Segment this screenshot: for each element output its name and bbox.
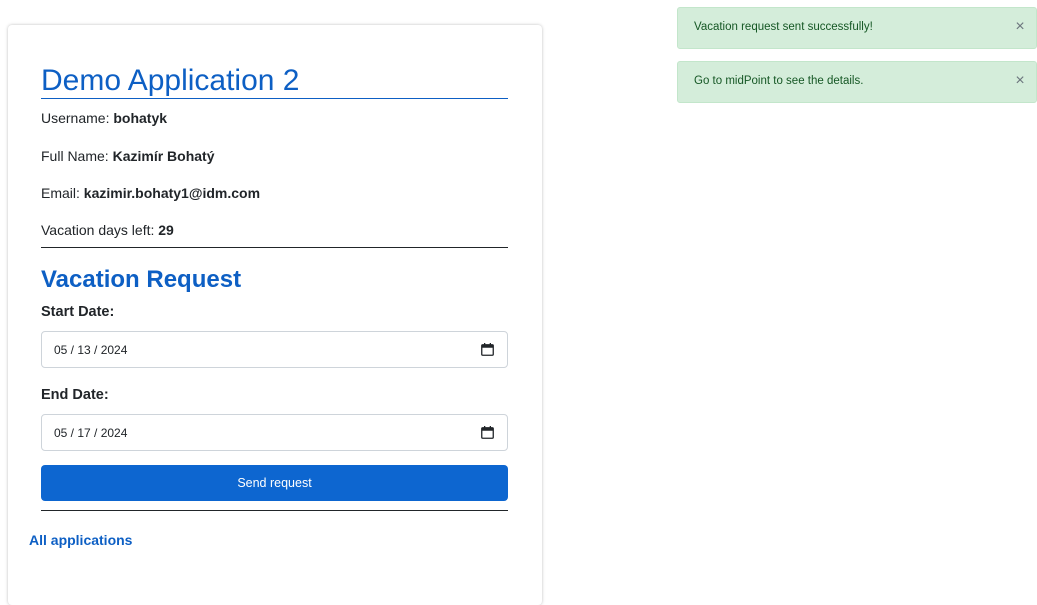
fullname-value: Kazimír Bohatý — [112, 148, 215, 164]
start-date-input[interactable]: 05 / 13 / 2024 — [41, 331, 508, 368]
close-icon[interactable]: × — [1013, 18, 1027, 36]
info-toast: Go to midPoint to see the details. × — [677, 61, 1037, 103]
username-value: bohatyk — [113, 110, 168, 126]
vacation-days-label: Vacation days left: — [41, 222, 155, 238]
calendar-icon[interactable] — [481, 426, 494, 439]
send-request-button[interactable]: Send request — [41, 465, 508, 501]
end-date-input[interactable]: 05 / 17 / 2024 — [41, 414, 508, 451]
email-label: Email: — [41, 185, 80, 201]
username-label: Username: — [41, 110, 110, 126]
email-row: Email: kazimir.bohaty1@idm.com — [41, 185, 260, 201]
toast-message: Go to midPoint to see the details. — [694, 75, 864, 87]
all-applications-link[interactable]: All applications — [29, 532, 132, 548]
start-date-label: Start Date: — [41, 304, 115, 320]
fullname-label: Full Name: — [41, 148, 109, 164]
toast-message: Vacation request sent successfully! — [694, 21, 873, 33]
close-icon[interactable]: × — [1013, 72, 1027, 90]
info-divider — [41, 247, 508, 248]
page-title: Demo Application 2 — [41, 63, 508, 99]
vacation-days-row: Vacation days left: 29 — [41, 222, 174, 238]
form-divider — [41, 510, 508, 511]
email-value: kazimir.bohaty1@idm.com — [83, 185, 261, 201]
start-date-value: 05 / 13 / 2024 — [54, 343, 128, 357]
vacation-days-value: 29 — [158, 222, 174, 238]
end-date-label: End Date: — [41, 387, 109, 403]
vacation-request-title: Vacation Request — [41, 266, 242, 293]
success-toast: Vacation request sent successfully! × — [677, 7, 1037, 49]
main-card: Demo Application 2 Username: bohatyk Ful… — [8, 25, 542, 605]
username-row: Username: bohatyk — [41, 110, 167, 126]
fullname-row: Full Name: Kazimír Bohatý — [41, 148, 215, 164]
end-date-value: 05 / 17 / 2024 — [54, 426, 128, 440]
calendar-icon[interactable] — [481, 343, 494, 356]
